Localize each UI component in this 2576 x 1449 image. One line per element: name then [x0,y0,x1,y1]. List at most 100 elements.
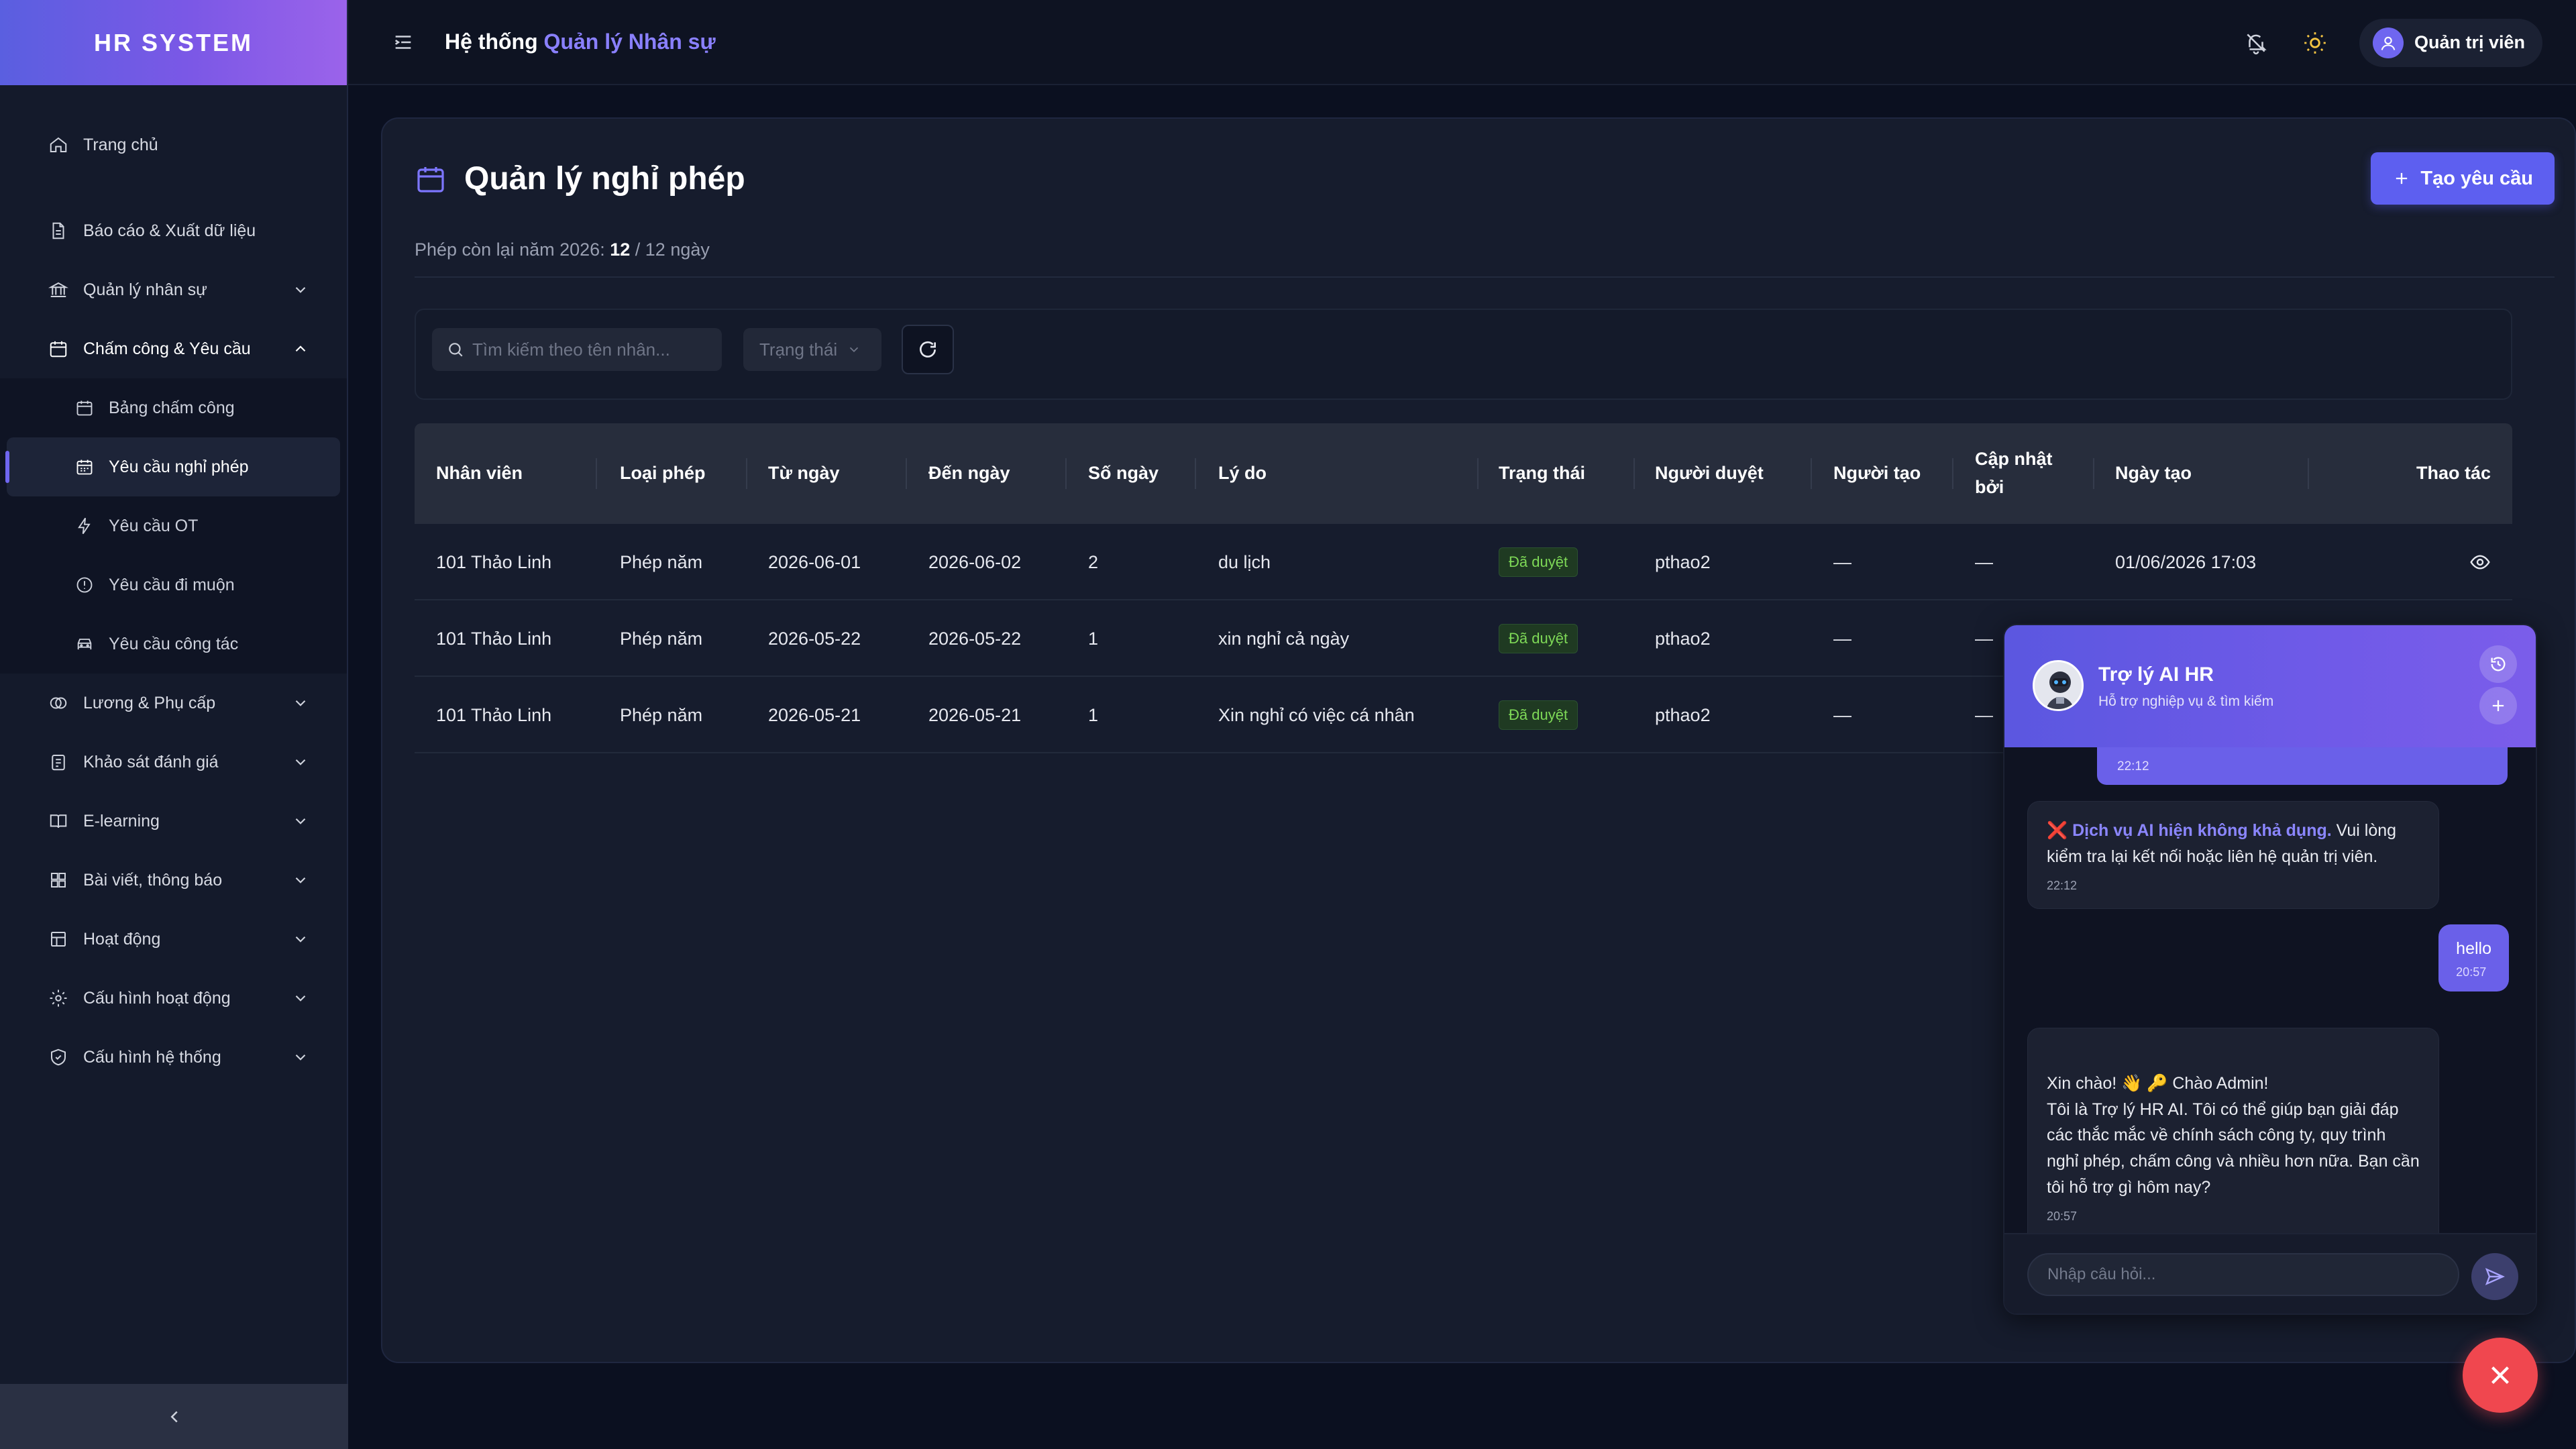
message-time: 22:12 [2047,878,2078,892]
sidebar-item-label: Cấu hình hoạt động [83,988,231,1008]
sidebar-item-hr[interactable]: Quản lý nhân sự [0,260,347,319]
sidebar-collapse-button[interactable] [0,1384,348,1449]
chat-messages: 22:12 ❌ Dịch vụ AI hiện không khả dụng. … [2004,747,2536,1267]
sidebar-subitem-timesheet[interactable]: Bảng chấm công [7,378,340,437]
cell-creator: — [1833,628,1851,649]
cell-to-date: 2026-06-02 [928,551,1022,572]
send-icon [2485,1268,2505,1285]
refresh-button[interactable] [902,325,954,374]
column-header: Nhân viên [436,463,523,484]
chat-input[interactable]: Nhập câu hỏi... [2027,1253,2459,1296]
layout-icon [47,928,70,951]
divider [415,276,2555,278]
calendar-icon [74,397,95,419]
view-button[interactable] [2469,524,2491,600]
plus-icon [2396,172,2408,184]
cell-from-date: 2026-06-01 [768,551,861,572]
sidebar-item-label: Chấm công & Yêu cầu [83,339,251,358]
status-placeholder: Trạng thái [759,339,838,360]
message-time: 22:12 [2117,759,2149,773]
sidebar-item-survey[interactable]: Khảo sát đánh giá [0,733,347,792]
bot-avatar [2033,660,2084,711]
top-header: Hệ thống Quản lý Nhân sự Quản trị viên [348,0,2576,85]
book-icon [47,810,70,833]
brand-logo: HR SYSTEM [0,0,347,85]
user-icon [2381,36,2396,50]
send-button[interactable] [2471,1253,2518,1300]
sidebar-item-label: Khảo sát đánh giá [83,752,219,771]
leave-balance-prefix: Phép còn lại năm 2026: [415,239,605,260]
eye-icon [2470,555,2490,570]
sidebar-subitem-ot[interactable]: Yêu cầu OT [7,496,340,555]
sidebar-item-home[interactable]: Trang chủ [0,115,347,174]
column-header: Ngày tạo [2115,463,2192,484]
sidebar-item-posts[interactable]: Bài viết, thông báo [0,851,347,910]
sidebar-item-activities[interactable]: Hoạt động [0,910,347,969]
cell-updated-by: — [1975,704,1993,725]
chat-history-button[interactable] [2479,645,2517,683]
sidebar-subitem-business-trip[interactable]: Yêu cầu công tác [7,614,340,674]
sidebar-subitem-leave[interactable]: Yêu cầu nghỉ phép [5,437,340,496]
column-header: Thao tác [2416,463,2491,484]
header-title-accent: Quản lý Nhân sự [543,30,716,54]
chevron-down-icon [295,700,306,706]
sidebar-item-label: Quản lý nhân sự [83,280,207,299]
close-chat-button[interactable] [2463,1338,2538,1413]
column-header: Cập nhật bởi [1975,449,2053,497]
leave-balance-suffix: / 12 ngày [635,239,710,260]
sidebar-subitem-late[interactable]: Yêu cầu đi muộn [7,555,340,614]
column-header: Lý do [1218,463,1267,484]
user-message-text: hello [2456,939,2491,958]
chevron-down-icon [295,286,306,293]
status-badge: Đã duyệt [1499,547,1578,577]
sidebar-item-attendance[interactable]: Chấm công & Yêu cầu [0,319,347,378]
home-icon [47,133,70,156]
cell-leave-type: Phép năm [620,628,703,649]
page-heading: Quản lý nghỉ phép [415,160,745,197]
new-chat-button[interactable] [2479,687,2517,724]
status-badge: Đã duyệt [1499,624,1578,653]
chat-title: Trợ lý AI HR [2098,663,2214,686]
column-header: Người tạo [1833,463,1921,484]
sidebar-item-elearning[interactable]: E-learning [0,792,347,851]
menu-toggle-button[interactable] [390,29,417,56]
bell-off-icon [2247,33,2267,54]
chevron-down-icon [295,877,306,883]
bot-message-error: ❌ Dịch vụ AI hiện không khả dụng. Vui lò… [2027,801,2439,910]
cell-from-date: 2026-05-22 [768,628,861,649]
cell-days: 1 [1088,628,1099,649]
sidebar-item-label: Cấu hình hệ thống [83,1047,221,1067]
column-header: Đến ngày [928,463,1010,484]
create-request-button[interactable]: Tạo yêu cầu [2371,152,2555,205]
table-row[interactable]: 101 Thảo Linh Phép năm 2026-06-01 2026-0… [415,524,2512,600]
cell-creator: — [1833,551,1851,572]
cell-created-at: 01/06/2026 17:03 [2115,551,2257,572]
sidebar-item-salary[interactable]: Lương & Phụ cấp [0,674,347,733]
greeting-text: Xin chào! 👋 🔑 Chào Admin! Tôi là Trợ lý … [2047,1073,2420,1197]
header-title-prefix: Hệ thống [445,30,538,54]
chat-subtitle: Hỗ trợ nghiệp vụ & tìm kiếm [2098,694,2274,709]
chevron-down-icon [295,1054,306,1061]
column-header: Số ngày [1088,463,1159,484]
status-select[interactable]: Trạng thái [743,328,881,371]
search-input[interactable]: Tìm kiếm theo tên nhân... [432,328,722,371]
error-icon: ❌ [2047,821,2068,840]
sidebar-item-system-config[interactable]: Cấu hình hệ thống [0,1028,347,1087]
sidebar-item-activity-config[interactable]: Cấu hình hoạt động [0,969,347,1028]
sidebar-item-reports[interactable]: Báo cáo & Xuất dữ liệu [0,201,347,260]
file-icon [47,219,70,242]
user-menu-button[interactable]: Quản trị viên [2359,18,2542,67]
sidebar-item-label: Trang chủ [83,135,158,154]
notification-off-button[interactable] [2241,28,2271,58]
cell-to-date: 2026-05-22 [928,628,1022,649]
header-actions: Quản trị viên [2241,0,2542,85]
cell-to-date: 2026-05-21 [928,704,1022,725]
cell-leave-type: Phép năm [620,704,703,725]
avatar [2372,27,2404,58]
sidebar: HR SYSTEM Trang chủ Báo cáo & Xuất dữ li… [0,0,348,1449]
user-message-partial: 22:12 [2097,747,2508,785]
theme-toggle-button[interactable] [2300,28,2330,58]
cell-approver: pthao2 [1655,551,1711,572]
error-title: Dịch vụ AI hiện không khả dụng. [2072,821,2332,840]
message-time: 20:57 [2047,1209,2078,1223]
